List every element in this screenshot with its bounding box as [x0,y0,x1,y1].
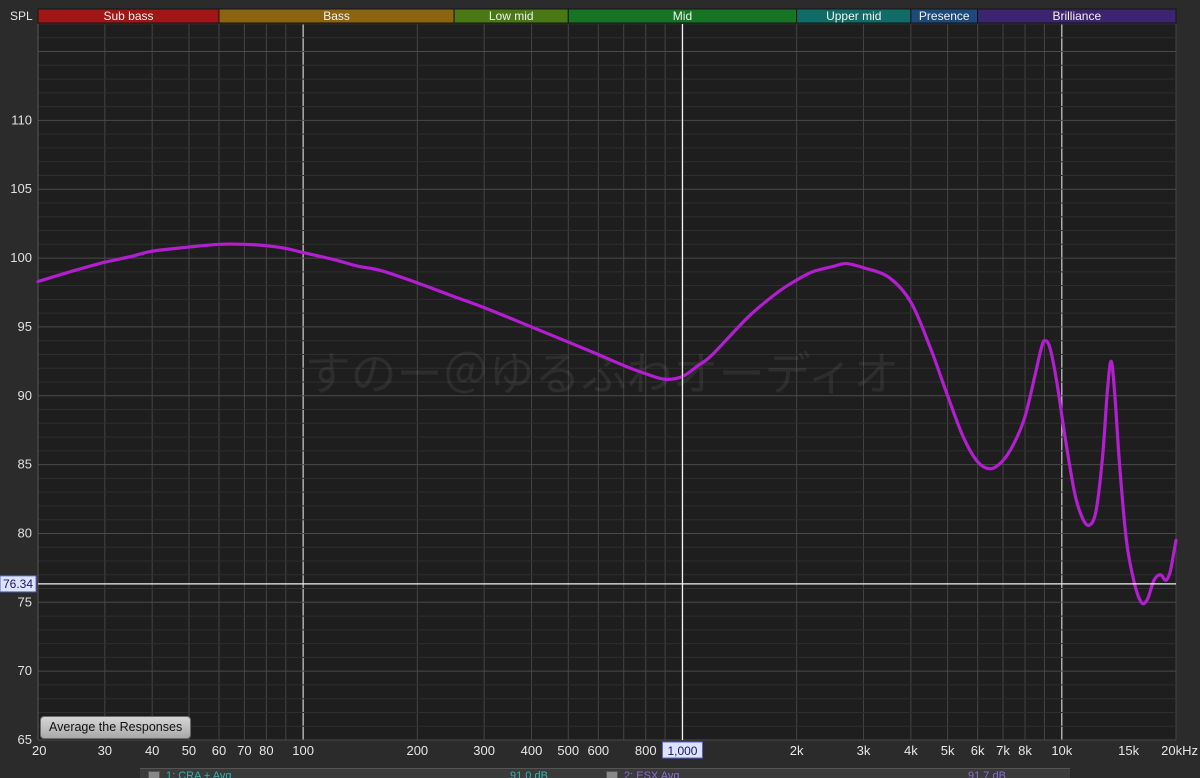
x-tick-label: 8k [1018,743,1032,758]
y-tick-label: 105 [10,181,32,196]
x-tick-label: 10k [1051,743,1072,758]
x-tick-label: 5k [941,743,955,758]
x-tick-label: 15k [1118,743,1139,758]
x-tick-label: 600 [587,743,609,758]
x-tick-label: 100 [292,743,314,758]
y-tick-label: 110 [11,112,32,127]
x-tick-label: 2k [790,743,804,758]
band-label: Upper mid [826,9,881,23]
x-tick-label: 200 [406,743,428,758]
y-tick-label: 95 [18,319,32,334]
x-tick-label: 50 [182,743,196,758]
x-tick-label: 6k [971,743,985,758]
average-responses-button[interactable]: Average the Responses [40,716,192,739]
x-tick-label: 500 [557,743,579,758]
y-tick-label: 80 [18,525,32,540]
x-tick-label: 20kHz [1161,743,1198,758]
y-axis-title: SPL [10,9,33,23]
x-tick-label: 70 [237,743,251,758]
y-tick-label: 100 [10,250,32,265]
y-tick-label: 75 [18,594,32,609]
frequency-response-chart: Sub bass Bass Low mid Mid Upper mid Presence B… [0,0,1200,777]
cursor-x-readout: 1,000 [667,744,697,758]
x-tick-label: 4k [904,743,918,758]
band-label: Sub bass [103,9,153,23]
cursor-y-readout: 76.34 [3,577,33,591]
band-label: Mid [673,9,692,23]
band-label: Presence [919,9,970,23]
x-tick-label: 30 [98,743,112,758]
x-tick-label: 7k [996,743,1010,758]
y-tick-label: 90 [18,388,32,403]
band-label: Low mid [489,9,534,23]
x-tick-label: 80 [259,743,273,758]
x-tick-label: 60 [212,743,226,758]
x-tick-label: 300 [473,743,495,758]
y-tick-label: 85 [18,457,32,472]
frequency-band-bar: Sub bass Bass Low mid Mid Upper mid Presence B… [37,8,1177,24]
x-tick-label: 400 [521,743,543,758]
band-label: Brilliance [1052,9,1101,23]
x-tick-label: 3k [857,743,871,758]
x-tick-label: 20 [32,743,46,758]
x-tick-label: 40 [145,743,159,758]
band-label: Bass [323,9,350,23]
y-tick-label: 65 [18,732,32,747]
y-tick-label: 70 [18,663,32,678]
x-tick-label: 800 [635,743,657,758]
